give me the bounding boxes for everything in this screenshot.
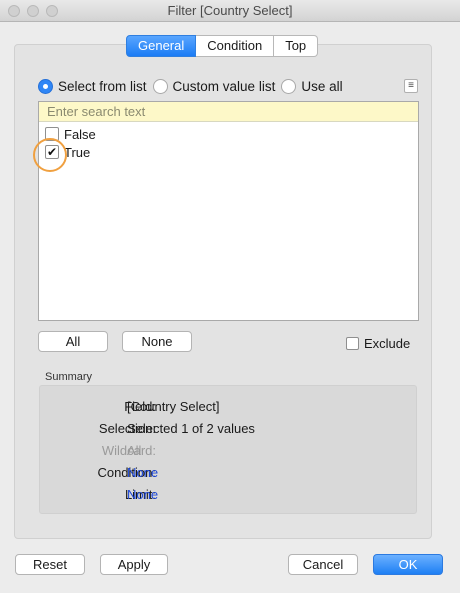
exclude-label[interactable]: Exclude	[364, 336, 410, 351]
reset-button[interactable]: Reset	[15, 554, 85, 575]
custom-value-list-radio[interactable]	[152, 79, 168, 94]
false-checkbox[interactable]	[45, 127, 59, 141]
cancel-button[interactable]: Cancel	[288, 554, 358, 575]
select-from-list-radio[interactable]	[38, 79, 53, 94]
summary-row-selection: Selection: Selected 1 of 2 values	[40, 421, 416, 439]
summary-value: [Country Select]	[127, 399, 220, 414]
select-from-list-label[interactable]: Select from list	[58, 79, 147, 94]
select-all-button[interactable]: All	[38, 331, 108, 352]
true-checkbox[interactable]: ✔	[45, 145, 59, 159]
summary-row-condition: Condition: None	[40, 465, 416, 483]
apply-button[interactable]: Apply	[100, 554, 168, 575]
summary-row-field: Field: [Country Select]	[40, 399, 416, 417]
list-menu-icon[interactable]: ≡	[404, 79, 418, 93]
summary-condition-link[interactable]: None	[127, 465, 158, 480]
window-title: Filter [Country Select]	[167, 3, 293, 18]
exclude-option[interactable]: Exclude	[346, 336, 410, 351]
exclude-checkbox[interactable]	[346, 337, 359, 350]
value-list: False ✔ True	[38, 101, 419, 321]
tab-bar: General Condition Top	[126, 35, 319, 57]
custom-value-list-label[interactable]: Custom value list	[173, 79, 276, 94]
summary-value: Selected 1 of 2 values	[127, 421, 255, 436]
list-item-false[interactable]: False	[45, 126, 96, 142]
tab-top[interactable]: Top	[274, 35, 319, 57]
summary-box: Field: [Country Select] Selection: Selec…	[39, 385, 417, 514]
use-all-label[interactable]: Use all	[301, 79, 342, 94]
summary-value: All	[127, 443, 142, 458]
summary-limit-link[interactable]: None	[127, 487, 158, 502]
list-item-label: True	[64, 144, 91, 160]
tab-general[interactable]: General	[126, 35, 197, 57]
ok-button[interactable]: OK	[373, 554, 443, 575]
list-item-true[interactable]: ✔ True	[45, 144, 90, 160]
use-all-radio[interactable]	[281, 79, 297, 94]
tab-condition[interactable]: Condition	[196, 35, 275, 57]
search-input[interactable]	[39, 102, 418, 122]
select-none-button[interactable]: None	[122, 331, 192, 352]
title-bar: Filter [Country Select]	[0, 0, 460, 22]
summary-row-limit: Limit: None	[40, 487, 416, 505]
summary-row-wildcard: Wildcard: All	[40, 443, 416, 461]
summary-heading: Summary	[45, 371, 93, 383]
selection-mode-group: Select from list Custom value list Use a…	[38, 79, 349, 94]
list-item-label: False	[64, 126, 96, 142]
